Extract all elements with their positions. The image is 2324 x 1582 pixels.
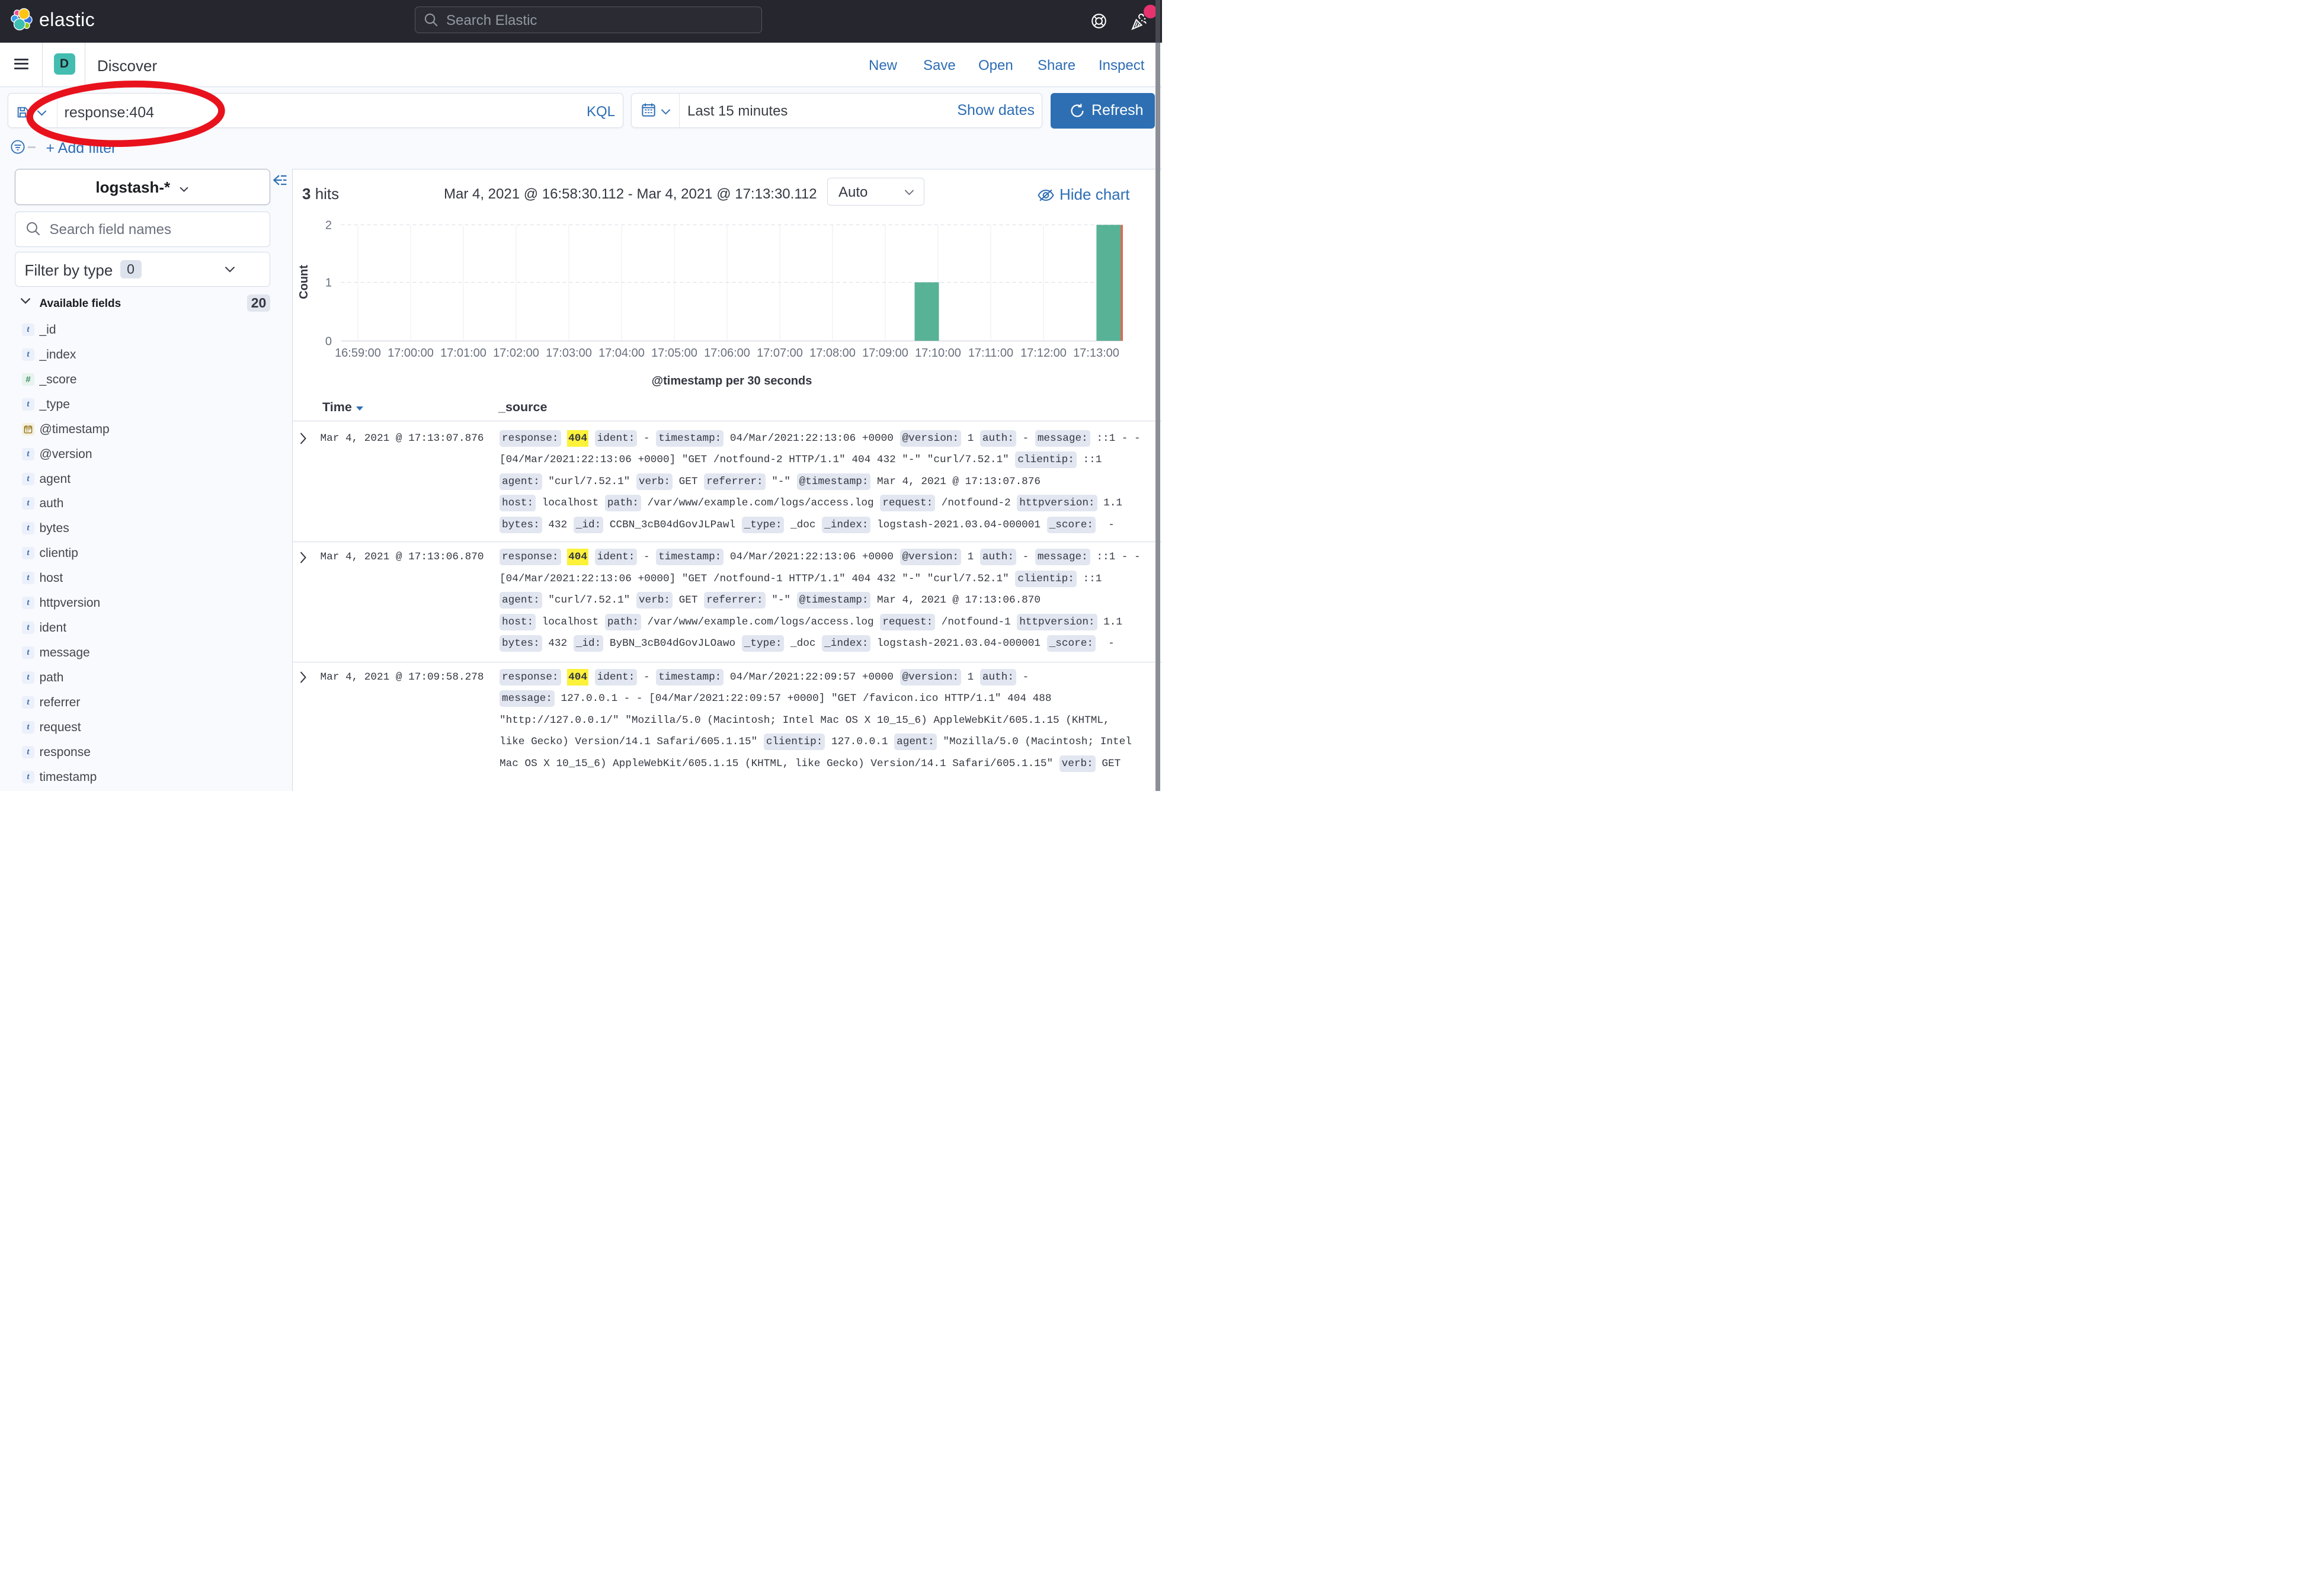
- svg-text:17:08:00: 17:08:00: [809, 347, 856, 360]
- svg-text:17:13:00: 17:13:00: [1073, 347, 1119, 360]
- svg-text:17:04:00: 17:04:00: [598, 347, 645, 360]
- svg-text:1: 1: [325, 277, 332, 290]
- svg-text:0: 0: [325, 335, 332, 348]
- svg-text:17:12:00: 17:12:00: [1020, 347, 1067, 360]
- svg-text:17:11:00: 17:11:00: [968, 347, 1013, 360]
- svg-text:Count: Count: [297, 265, 310, 299]
- svg-text:16:59:00: 16:59:00: [335, 347, 381, 360]
- svg-text:17:07:00: 17:07:00: [757, 347, 803, 360]
- svg-text:17:10:00: 17:10:00: [915, 347, 961, 360]
- svg-text:17:00:00: 17:00:00: [388, 347, 434, 360]
- svg-text:17:03:00: 17:03:00: [546, 347, 592, 360]
- svg-text:17:01:00: 17:01:00: [440, 347, 486, 360]
- svg-text:2: 2: [325, 219, 332, 232]
- svg-text:17:05:00: 17:05:00: [651, 347, 697, 360]
- svg-text:17:06:00: 17:06:00: [704, 347, 750, 360]
- svg-text:17:09:00: 17:09:00: [862, 347, 908, 360]
- svg-text:17:02:00: 17:02:00: [493, 347, 539, 360]
